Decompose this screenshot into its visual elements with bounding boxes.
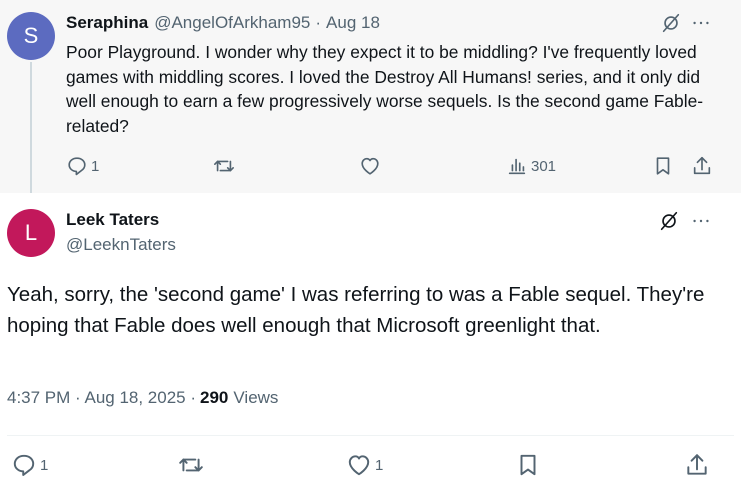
divider bbox=[7, 435, 734, 436]
separator: · bbox=[315, 13, 322, 32]
retweet-button[interactable] bbox=[213, 155, 235, 177]
reply-button[interactable]: 1 bbox=[11, 452, 48, 478]
reply-icon bbox=[13, 454, 35, 476]
retweet-button[interactable] bbox=[178, 452, 204, 478]
bookmark-icon bbox=[656, 157, 670, 175]
like-icon bbox=[361, 157, 379, 175]
reply-button[interactable]: 1 bbox=[66, 155, 99, 177]
bookmark-button[interactable] bbox=[515, 452, 541, 478]
more-button[interactable] bbox=[690, 12, 712, 34]
like-icon bbox=[348, 455, 370, 476]
tweet-text: Poor Playground. I wonder why they expec… bbox=[66, 42, 704, 136]
view-count: 301 bbox=[531, 157, 557, 175]
views-count: 290 bbox=[200, 388, 229, 407]
parent-tweet[interactable]: S Seraphina @AngelOfArkham95 · Aug 18 Po… bbox=[0, 0, 741, 193]
tweet-text: Yeah, sorry, the 'second game' I was ref… bbox=[7, 283, 705, 337]
bookmark-icon bbox=[520, 454, 536, 476]
share-icon bbox=[693, 156, 711, 175]
share-button[interactable] bbox=[691, 155, 713, 177]
share-button[interactable] bbox=[684, 452, 710, 478]
more-button[interactable] bbox=[690, 210, 712, 232]
display-name[interactable]: Seraphina bbox=[66, 13, 148, 33]
reply-count: 1 bbox=[40, 456, 49, 474]
tweet-meta: 4:37 PM · Aug 18, 2025 · 290 Views bbox=[7, 388, 278, 408]
bookmark-button[interactable] bbox=[652, 155, 674, 177]
more-icon bbox=[693, 219, 709, 223]
grok-icon bbox=[662, 13, 680, 33]
tweet-date[interactable]: Aug 18 bbox=[326, 13, 380, 33]
tweet-timestamp[interactable]: 4:37 PM · Aug 18, 2025 · bbox=[7, 388, 196, 408]
retweet-icon bbox=[179, 458, 203, 472]
share-icon bbox=[687, 454, 707, 475]
analytics-button[interactable]: 301 bbox=[506, 155, 556, 177]
analytics-icon bbox=[508, 158, 526, 175]
like-count: 1 bbox=[375, 456, 384, 474]
grok-icon bbox=[660, 211, 678, 231]
like-button[interactable]: 1 bbox=[346, 452, 383, 478]
display-name[interactable]: Leek Taters bbox=[66, 210, 159, 230]
like-button[interactable] bbox=[359, 155, 381, 177]
grok-button[interactable] bbox=[660, 12, 682, 34]
reply-icon bbox=[68, 157, 86, 176]
user-handle[interactable]: @LeeknTaters bbox=[66, 235, 176, 255]
avatar[interactable]: S bbox=[7, 12, 55, 60]
more-icon bbox=[693, 21, 709, 25]
avatar[interactable]: L bbox=[7, 209, 55, 257]
retweet-icon bbox=[214, 160, 234, 172]
tweet-header: Seraphina @AngelOfArkham95 · Aug 18 bbox=[66, 12, 380, 34]
grok-button[interactable] bbox=[658, 210, 680, 232]
views-label: Views bbox=[233, 388, 279, 407]
user-handle[interactable]: @AngelOfArkham95 bbox=[154, 13, 310, 33]
thread-line bbox=[30, 62, 32, 193]
reply-count: 1 bbox=[91, 157, 100, 175]
